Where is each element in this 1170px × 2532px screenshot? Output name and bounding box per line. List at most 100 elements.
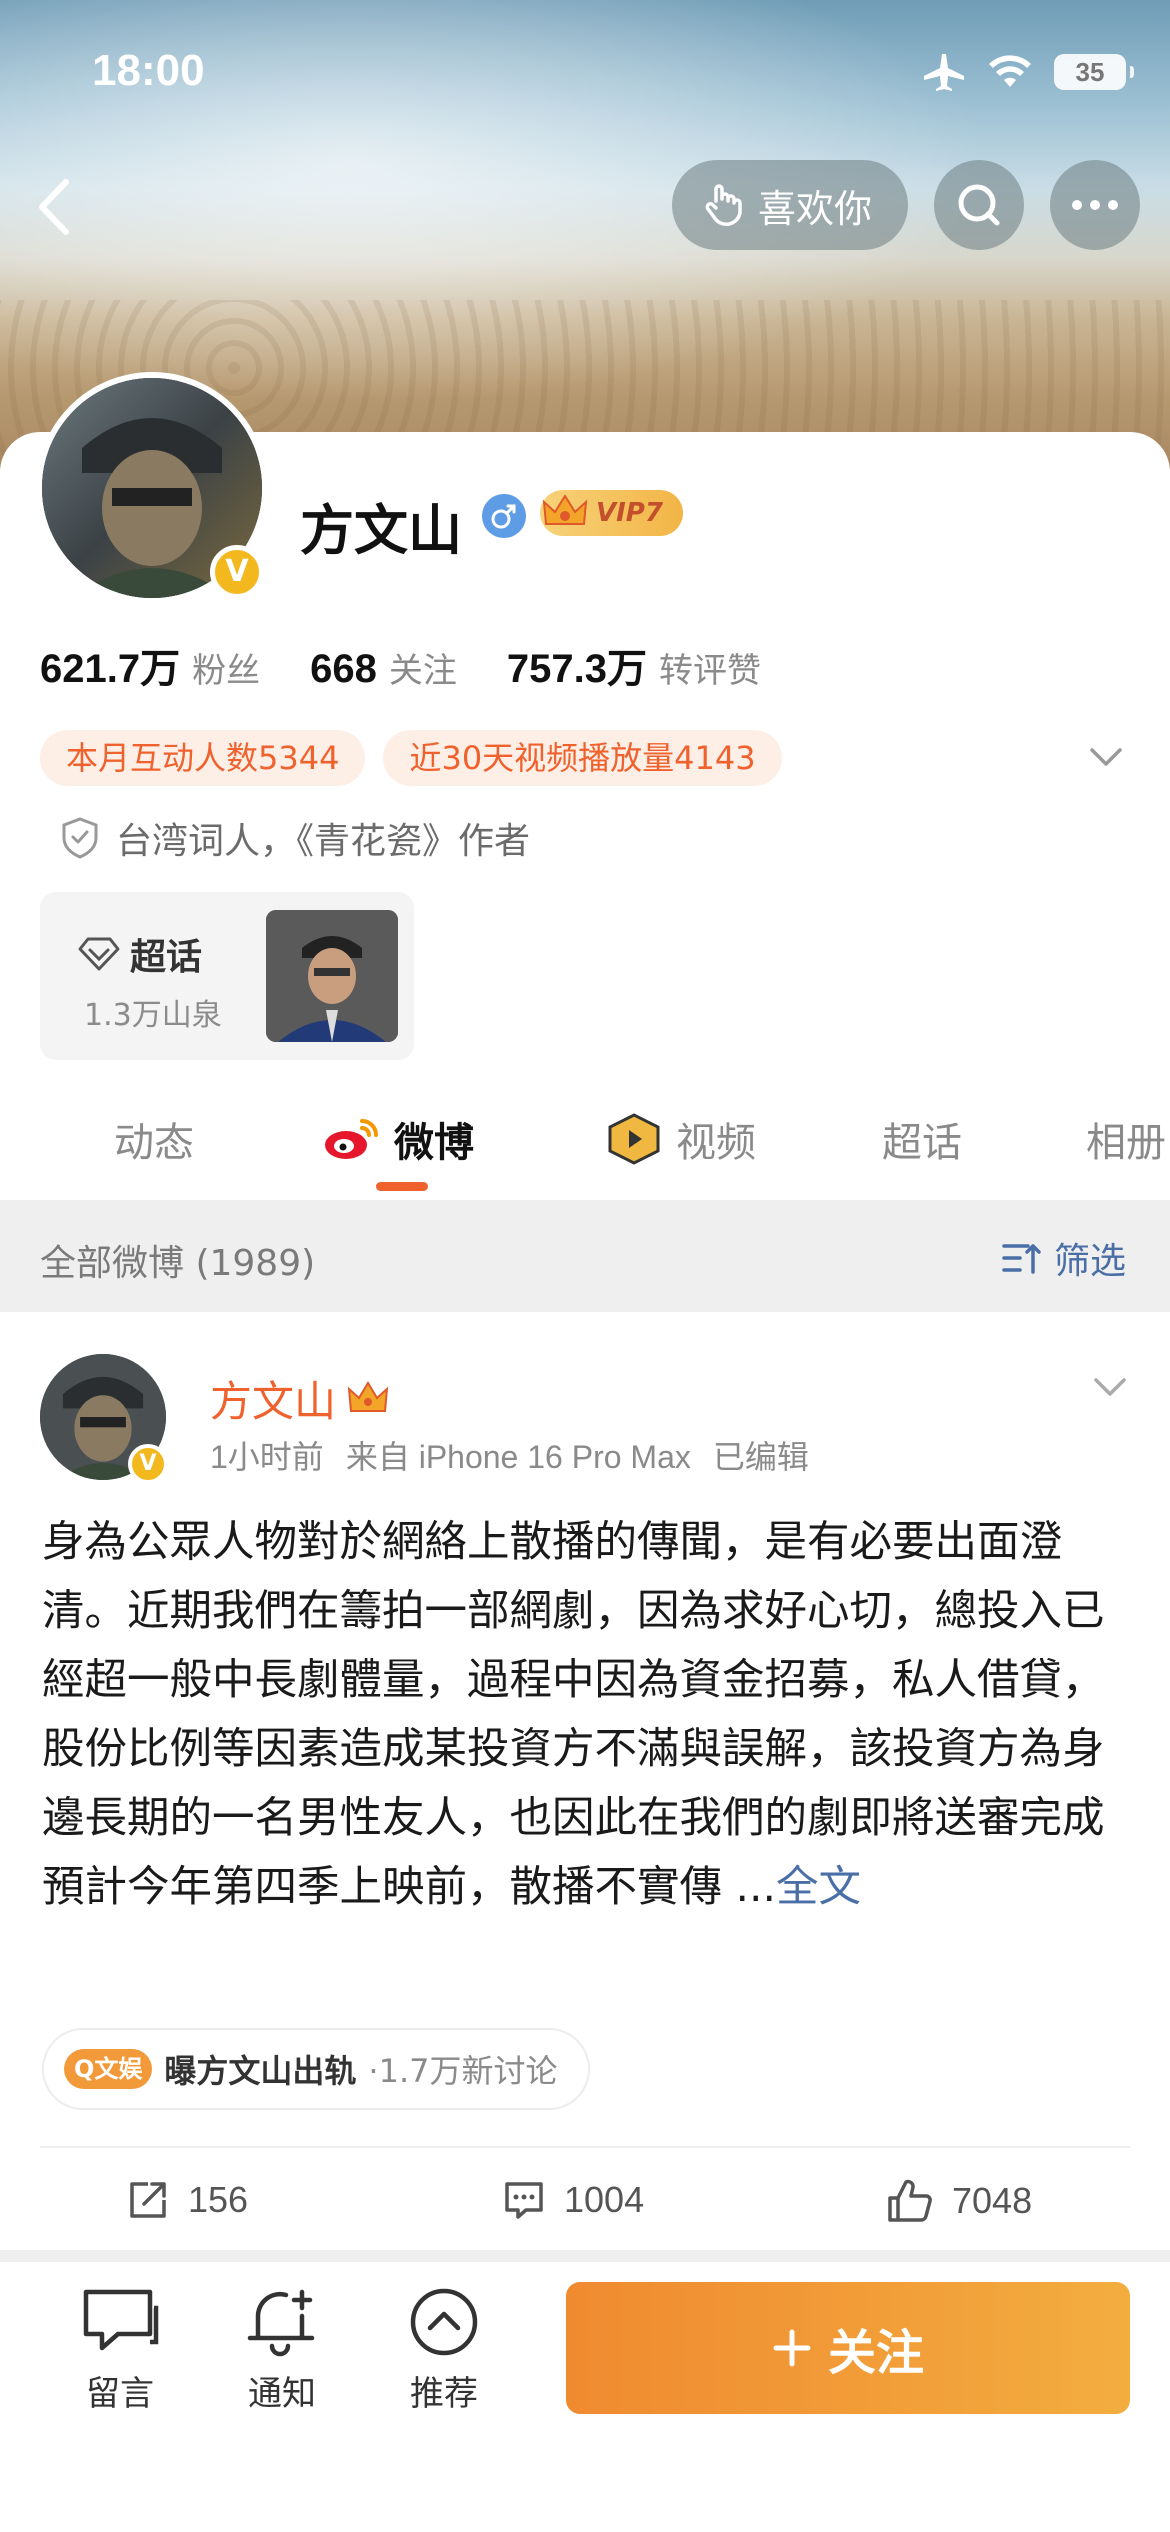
wifi-icon [989,55,1031,87]
stat-label: 转评赞 [658,651,761,691]
post-menu-chevron-icon[interactable] [1090,1374,1130,1402]
post-author-name: 方文山 [210,1377,337,1426]
post-body: 身為公眾人物對於網絡上散播的傳聞，是有必要出面澄清。近期我們在籌拍一部網劇，因為… [42,1518,1105,1912]
chevron-up-circle-icon [410,2288,478,2356]
stat-number: 621.7万 [40,647,181,691]
more-options-button[interactable] [1050,160,1140,250]
airplane-icon [924,54,964,91]
comment-count: 1004 [564,2179,645,2220]
video-play-icon [608,1113,660,1165]
male-gender-icon [482,494,526,538]
plus-icon [773,2329,811,2367]
post-edited[interactable]: 已编辑 [713,1432,809,1478]
like-count: 7048 [952,2180,1033,2221]
topic-discussion-count: ·1.7万新讨论 [368,2052,558,2090]
super-topic-label: 超话 [130,937,203,978]
topic-title: 曝方文山出轨 [164,2052,357,2090]
like-button[interactable]: 7048 [886,2178,1032,2224]
ellipsis-icon [1072,200,1118,210]
post-meta: 1小时前 来自 iPhone 16 Pro Max 已编辑 [210,1432,809,1478]
tab-label: 微博 [394,1120,474,1166]
chevron-left-icon [39,179,69,235]
tab-label: 超话 [882,1120,962,1166]
read-more-link[interactable]: 全文 [776,1863,861,1912]
profile-stats: 621.7万 粉丝 668 关注 757.3万 转评赞 [40,636,811,694]
message-button[interactable]: 留言 [60,2286,180,2415]
top-actions: 喜欢你 [671,160,1140,250]
post-actions: 156 1004 7048 [0,2160,1170,2246]
battery-indicator: 35 [1054,54,1134,90]
stat-followers[interactable]: 621.7万 粉丝 [40,636,260,694]
search-icon [958,184,1000,226]
post-verified-badge: V [128,1444,168,1484]
share-icon [130,2182,166,2218]
super-topic-title: 超话 [78,928,202,980]
filter-button[interactable]: 筛选 [1000,1232,1126,1284]
filter-icon [1002,1244,1041,1274]
vip-crown-icon [542,494,588,525]
recommend-button[interactable]: 推荐 [384,2286,504,2415]
notify-label: 通知 [248,2374,316,2414]
weibo-count-label: 全部微博 (1989) [40,1243,316,1284]
message-bubble-icon [83,2289,159,2351]
tag-video-views[interactable]: 近30天视频播放量4143 [383,730,782,786]
hot-topic-chip[interactable]: Q文娱 曝方文山出轨 ·1.7万新讨论 [42,2028,590,2110]
post-text[interactable]: 身為公眾人物對於網絡上散播的傳聞，是有必要出面澄清。近期我們在籌拍一部網劇，因為… [42,1508,1132,1922]
comment-button[interactable]: 1004 [502,2178,644,2222]
repost-count: 156 [188,2179,249,2220]
stat-number: 668 [310,647,377,691]
thumbs-up-icon [888,2179,932,2222]
crown-icon [347,1380,389,1412]
hand-heart-icon [705,184,742,226]
status-icons: 35 [922,52,1134,92]
tab-super-topic[interactable]: 超话 [882,1110,962,1168]
post-author[interactable]: 方文山 [210,1368,390,1429]
notify-button[interactable]: 通知 [222,2286,342,2415]
tab-video[interactable]: 视频 [604,1110,756,1168]
weibo-logo-icon [325,1119,378,1159]
verified-badge: V [210,545,264,599]
shield-icon [62,817,98,859]
post-time: 1小时前 [210,1439,324,1475]
stat-label: 关注 [388,651,457,691]
bio-text: 台湾词人，《青花瓷》作者 [116,821,531,862]
message-label: 留言 [86,2374,154,2414]
tab-label: 相册 [1086,1120,1166,1166]
active-tab-indicator [376,1182,428,1191]
tag-monthly-interaction[interactable]: 本月互动人数5344 [40,730,366,786]
tab-label: 动态 [114,1120,194,1166]
bell-plus-icon [247,2289,315,2357]
profile-name: 方文山 [300,499,462,562]
follow-button[interactable]: 关注 [566,2282,1130,2414]
tab-album[interactable]: 相册 [1086,1110,1166,1168]
super-topic-card[interactable]: 超话 1.3万山泉 [40,892,414,1060]
super-topic-fans: 1.3万山泉 [84,998,222,1033]
chevron-down-icon[interactable] [1086,742,1126,772]
super-topic-photo [266,910,398,1042]
like-you-label: 喜欢你 [757,186,872,231]
status-bar: 18:00 35 [0,0,1170,140]
profile-bio: 台湾词人，《青花瓷》作者 [60,812,530,864]
topic-category-badge: Q文娱 [64,2049,153,2089]
back-button[interactable] [26,172,86,242]
tab-label: 视频 [676,1120,756,1166]
like-you-button[interactable]: 喜欢你 [671,160,908,250]
bottom-action-bar: 留言 通知 推荐 关注 [0,2262,1170,2532]
filter-label: 筛选 [1053,1241,1126,1282]
weibo-post: V 方文山 1小时前 来自 iPhone 16 Pro Max 已编辑 身為公眾… [0,1312,1170,2252]
repost-button[interactable]: 156 [126,2178,248,2222]
profile-tags: 本月互动人数5344 近30天视频播放量4143 [40,730,782,786]
recommend-label: 推荐 [410,2374,478,2414]
filter-bar: 全部微博 (1989) 筛选 [0,1200,1170,1312]
search-button[interactable] [934,160,1024,250]
section-divider [0,2250,1170,2262]
stat-number: 757.3万 [506,647,647,691]
tab-weibo[interactable]: 微博 [322,1110,474,1168]
stat-following[interactable]: 668 关注 [310,643,457,692]
stat-engagement[interactable]: 757.3万 转评赞 [507,636,761,694]
follow-label: 关注 [827,2325,924,2381]
divider [40,2146,1130,2148]
tab-activity[interactable]: 动态 [114,1110,194,1168]
diamond-icon [78,937,120,971]
post-source: 来自 iPhone 16 Pro Max [345,1439,691,1475]
